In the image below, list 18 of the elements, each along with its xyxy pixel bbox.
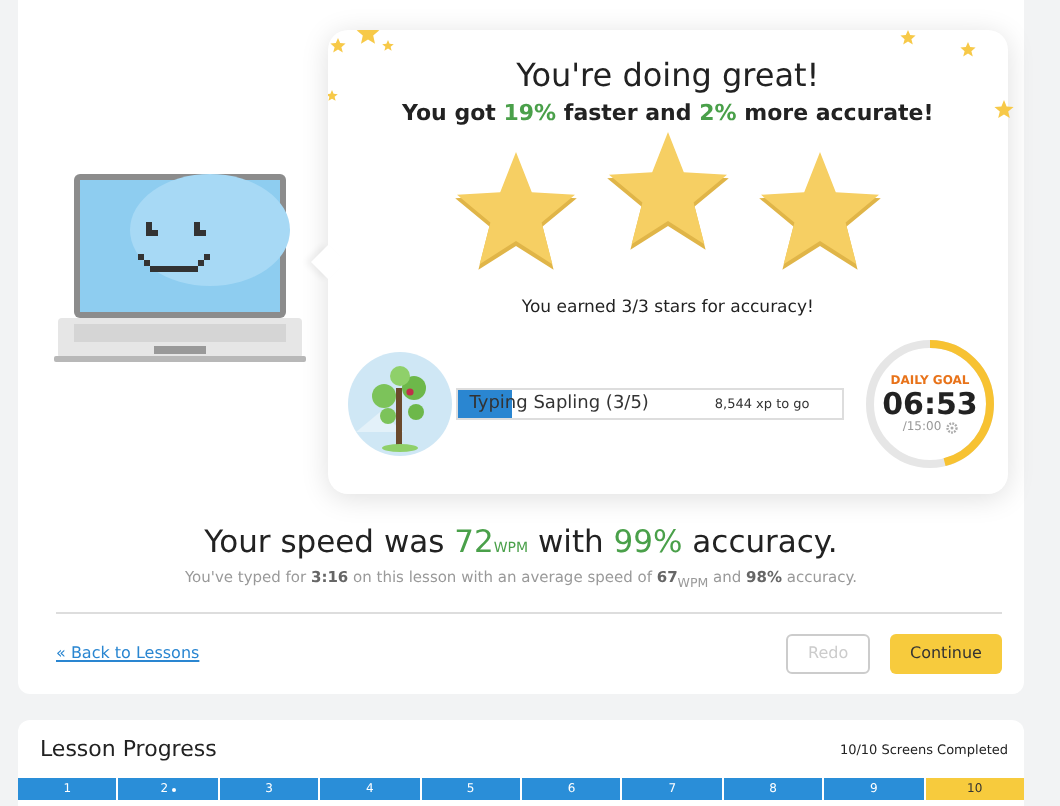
confetti-star-icon xyxy=(900,30,916,45)
smiling-laptop-icon xyxy=(54,170,307,366)
stars-note: You earned 3/3 stars for accuracy! xyxy=(521,298,814,318)
confetti-star-icon xyxy=(330,38,346,53)
star-icon xyxy=(755,150,884,274)
results-subtitle: You got 19% faster and 2% more accurate! xyxy=(402,100,934,126)
star-icon xyxy=(451,150,580,274)
back-to-lessons-link[interactable]: « Back to Lessons xyxy=(56,644,200,662)
daily-goal-time: 06:53 xyxy=(882,388,978,420)
settings-icon[interactable] xyxy=(945,421,958,433)
confetti-star-icon xyxy=(327,90,338,101)
results-title: You're doing great! xyxy=(516,56,820,96)
confetti-star-icon xyxy=(960,42,976,57)
tree-icon xyxy=(347,352,452,456)
confetti-star-icon xyxy=(994,100,1014,118)
star-icon xyxy=(603,130,732,254)
lesson-progress-title: Lesson Progress xyxy=(40,736,217,762)
action-button[interactable]: Continue xyxy=(890,633,1002,673)
